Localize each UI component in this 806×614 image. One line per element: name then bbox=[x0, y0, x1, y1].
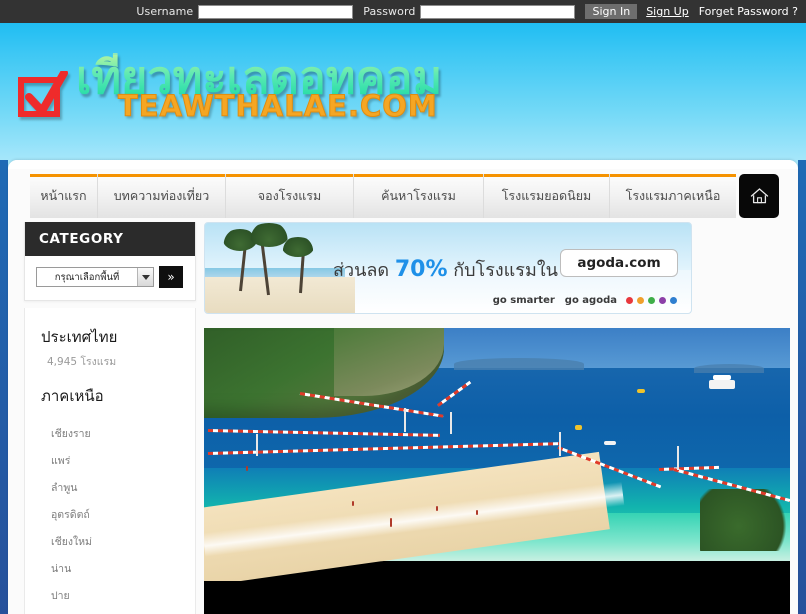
ad-percent: 70% bbox=[394, 257, 448, 282]
header-banner: เที่ยวทะเลดอทคอม TEAWTHALAE.COM bbox=[0, 23, 806, 168]
list-item[interactable]: แพร่ bbox=[25, 447, 195, 474]
nav-item-search-hotel[interactable]: ค้นหาโรงแรม bbox=[354, 174, 484, 218]
go-button[interactable]: » bbox=[159, 266, 183, 288]
sidebar: CATEGORY กรุณาเลือกพื้นที่ » ประเทศไทย 4… bbox=[24, 222, 196, 614]
page-root: Username Password Sign In Sign Up Forget… bbox=[0, 0, 806, 614]
list-item[interactable]: ลำพูน bbox=[25, 474, 195, 501]
list-item[interactable]: แม่ฮ่องสอน bbox=[25, 609, 195, 614]
nav-item-articles[interactable]: บทความท่องเที่ยว bbox=[98, 174, 226, 218]
ad-tagline-1: go smarter bbox=[492, 295, 555, 306]
logo-english-text: TEAWTHALAE.COM bbox=[117, 89, 438, 124]
country-title: ประเทศไทย bbox=[41, 328, 118, 346]
password-input[interactable] bbox=[420, 4, 576, 19]
photo-swimmer bbox=[390, 518, 392, 527]
username-input[interactable] bbox=[198, 4, 354, 19]
category-title: CATEGORY bbox=[25, 222, 195, 256]
photo-boat bbox=[604, 441, 616, 445]
check-mark-icon bbox=[25, 71, 68, 115]
checkbox-check-icon bbox=[14, 69, 70, 121]
forget-password-link[interactable]: Forget Password ? bbox=[699, 5, 798, 18]
hero-image bbox=[204, 328, 790, 614]
main-navigation: หน้าแรก บทความท่องเที่ยว จองโรงแรม ค้นหา… bbox=[30, 174, 780, 218]
home-icon-button[interactable] bbox=[739, 174, 779, 218]
content-area: ส่วนลด 70% กับโรงแรมใน หัวหิน agoda.com … bbox=[204, 222, 790, 614]
page-right-edge bbox=[798, 160, 806, 614]
list-item[interactable]: น่าน bbox=[25, 555, 195, 582]
list-item[interactable]: เชียงราย bbox=[25, 420, 195, 447]
sign-up-link[interactable]: Sign Up bbox=[646, 5, 689, 18]
photo-swimmer bbox=[436, 506, 438, 511]
username-label: Username bbox=[136, 5, 194, 18]
photo-pole bbox=[559, 432, 561, 456]
photo-boat bbox=[575, 425, 582, 430]
photo-pole bbox=[450, 412, 452, 434]
site-logo[interactable]: เที่ยวทะเลดอทคอม TEAWTHALAE.COM bbox=[14, 53, 442, 124]
list-item[interactable]: ปาย bbox=[25, 582, 195, 609]
photo-pole bbox=[256, 434, 258, 456]
agoda-dots-icon bbox=[626, 297, 681, 304]
hero-letterbox bbox=[204, 581, 790, 614]
category-box: CATEGORY กรุณาเลือกพื้นที่ » bbox=[24, 222, 196, 301]
photo-boat-cabin bbox=[713, 375, 731, 380]
nav-item-book-hotel[interactable]: จองโรงแรม bbox=[226, 174, 354, 218]
nav-item-popular-hotels[interactable]: โรงแรมยอดนิยม bbox=[484, 174, 610, 218]
area-select-value: กรุณาเลือกพื้นที่ bbox=[54, 271, 120, 283]
region-title-north: ภาคเหนือ bbox=[41, 387, 104, 405]
photo-boat bbox=[709, 380, 735, 389]
photo-far-island bbox=[694, 364, 764, 373]
page-left-edge bbox=[0, 160, 8, 614]
region-list: ประเทศไทย 4,945 โรงแรม ภาคเหนือ เชียงราย… bbox=[24, 308, 196, 614]
category-controls: กรุณาเลือกพื้นที่ » bbox=[25, 256, 195, 300]
country-hotel-count: 4,945 โรงแรม bbox=[47, 356, 117, 368]
photo-far-island bbox=[454, 358, 584, 370]
list-item[interactable]: อุตรดิตถ์ bbox=[25, 501, 195, 528]
ad-tagline: go smarter go agoda bbox=[493, 295, 681, 306]
list-item[interactable]: เชียงใหม่ bbox=[25, 528, 195, 555]
sign-in-button[interactable]: Sign In bbox=[585, 4, 638, 19]
photo-pole bbox=[677, 446, 679, 470]
photo-pole bbox=[404, 408, 406, 432]
agoda-button[interactable]: agoda.com bbox=[560, 249, 678, 277]
nav-item-home[interactable]: หน้าแรก bbox=[30, 174, 98, 218]
ad-tagline-2: go agoda bbox=[564, 295, 617, 306]
main-panel: หน้าแรก บทความท่องเที่ยว จองโรงแรม ค้นหา… bbox=[8, 160, 798, 614]
ad-prefix: ส่วนลด bbox=[333, 260, 395, 281]
hero-photo-canvas bbox=[204, 328, 790, 581]
area-select[interactable]: กรุณาเลือกพื้นที่ bbox=[36, 267, 154, 287]
nav-item-north-hotels[interactable]: โรงแรมภาคเหนือ bbox=[610, 174, 736, 218]
photo-swimmer bbox=[246, 466, 248, 471]
home-icon bbox=[750, 188, 768, 204]
ad-middle: กับโรงแรมใน bbox=[447, 260, 564, 281]
photo-swimmer bbox=[352, 501, 354, 506]
login-topbar: Username Password Sign In Sign Up Forget… bbox=[0, 0, 806, 23]
photo-boat bbox=[637, 389, 645, 393]
photo-swimmer bbox=[476, 510, 478, 515]
agoda-ad-banner[interactable]: ส่วนลด 70% กับโรงแรมใน หัวหิน agoda.com … bbox=[204, 222, 692, 314]
password-label: Password bbox=[363, 5, 416, 18]
chevron-down-icon bbox=[137, 268, 153, 286]
